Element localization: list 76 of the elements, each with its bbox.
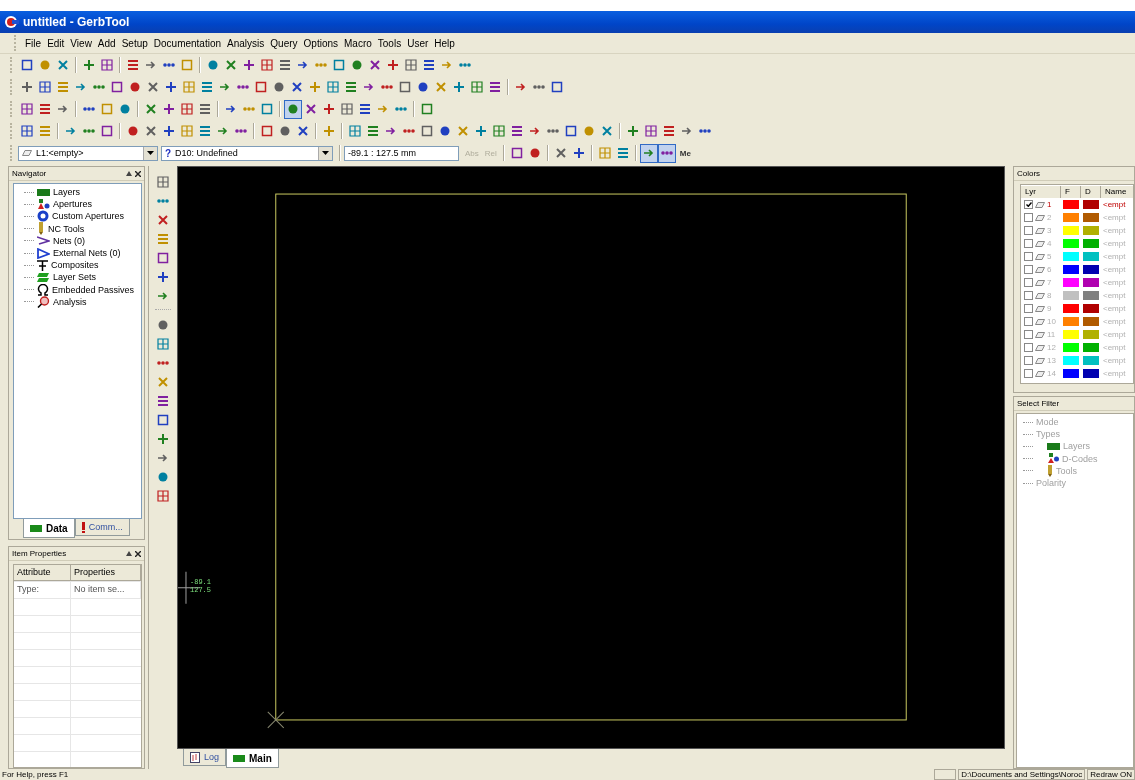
column-header[interactable]: Name	[1101, 185, 1133, 198]
layer-name: <empt	[1102, 304, 1127, 313]
tree-item[interactable]: Nets (0)	[53, 235, 85, 246]
layer-number: 10	[1047, 317, 1056, 326]
panel-title: Select Filter	[1017, 399, 1060, 408]
table-cell: No item se...	[71, 582, 141, 598]
window-title: untitled - GerbTool	[23, 15, 130, 29]
menu-item[interactable]: Add	[94, 37, 119, 49]
menu-item[interactable]: Options	[300, 37, 341, 49]
menu-item[interactable]: Documentation	[150, 37, 225, 49]
toolbar-label[interactable]: Me	[679, 148, 691, 158]
layer-number: 12	[1047, 343, 1056, 352]
menu-item[interactable]: Query	[267, 37, 301, 49]
menu-item[interactable]: Help	[431, 37, 458, 49]
tree-item[interactable]: Embedded Passives	[52, 284, 135, 295]
layer-name: <empt	[1102, 200, 1127, 209]
layer-dropdown[interactable]: L1:<empty>	[18, 145, 158, 161]
layer-name: <empt	[1102, 252, 1127, 261]
column-header[interactable]: F	[1061, 185, 1081, 198]
status-path: D:\Documents and Settings\Noroc	[960, 770, 1084, 779]
column-header[interactable]: D	[1081, 185, 1101, 198]
panel-title: Item Properties	[12, 549, 67, 558]
layer-number: 1	[1047, 200, 1052, 209]
layer-number: 9	[1047, 304, 1052, 313]
menu-item[interactable]: Edit	[44, 37, 68, 49]
column-header[interactable]: Lyr	[1021, 185, 1061, 198]
status-help-text: For Help, press F1	[1, 770, 70, 779]
panel-title: Navigator	[12, 169, 47, 178]
layer-number: 5	[1047, 252, 1052, 261]
layer-number: 7	[1047, 278, 1052, 287]
tree-item[interactable]: Layers	[53, 187, 80, 198]
column-header[interactable]: Properties	[71, 565, 141, 581]
menu-item[interactable]: Setup	[118, 37, 151, 49]
layer-name: <empt	[1102, 213, 1127, 222]
tree-item[interactable]: Apertures	[53, 199, 93, 210]
layer-number: 8	[1047, 291, 1052, 300]
layer-name: <empt	[1102, 278, 1127, 287]
layer-name: <empt	[1102, 369, 1127, 378]
menu-item[interactable]: Analysis	[224, 37, 268, 49]
layer-name: <empt	[1102, 265, 1127, 274]
panel-tab[interactable]: Data	[23, 519, 75, 538]
status-redraw: Redraw ON	[1089, 770, 1133, 779]
view-tab[interactable]: Log	[183, 749, 227, 766]
menu-item[interactable]: File	[22, 37, 45, 49]
layer-number: 2	[1047, 213, 1052, 222]
view-tab[interactable]: Main	[226, 749, 279, 768]
layer-number: 3	[1047, 226, 1052, 235]
tree-item[interactable]: Composites	[51, 260, 99, 271]
layer-name: <empt	[1102, 291, 1127, 300]
tree-item[interactable]: External Nets (0)	[53, 248, 121, 259]
tree-item[interactable]: NC Tools	[48, 223, 85, 234]
layer-name: <empt	[1102, 343, 1127, 352]
layer-name: <empt	[1102, 330, 1127, 339]
menu-item[interactable]: Tools	[374, 37, 405, 49]
layer-number: 4	[1047, 239, 1052, 248]
column-header[interactable]: Attribute	[14, 565, 71, 581]
table-cell: Type:	[14, 582, 71, 598]
menu-item[interactable]: View	[67, 37, 95, 49]
layer-name: <empt	[1102, 317, 1127, 326]
layer-number: 6	[1047, 265, 1052, 274]
layer-number: 13	[1047, 356, 1056, 365]
layer-number: 11	[1047, 330, 1056, 339]
panel-title: Colors	[1017, 169, 1041, 178]
dcode-marker: ?	[165, 147, 172, 159]
tree-item[interactable]: Analysis	[53, 296, 87, 307]
dcode-dropdown[interactable]: ? D10: Undefined	[161, 145, 333, 161]
panel-tab[interactable]: Comm...	[74, 519, 130, 536]
layer-name: <empt	[1102, 239, 1127, 248]
tree-item[interactable]: Custom Apertures	[52, 211, 125, 222]
menu-item[interactable]: User	[404, 37, 432, 49]
coordinate-field[interactable]: -89.1 : 127.5 mm	[344, 145, 459, 161]
menu-item[interactable]: Macro	[341, 37, 375, 49]
layer-number: 14	[1047, 369, 1056, 378]
tree-item[interactable]: Layer Sets	[53, 272, 97, 283]
layer-name: <empt	[1102, 356, 1127, 365]
layer-name: <empt	[1102, 226, 1127, 235]
